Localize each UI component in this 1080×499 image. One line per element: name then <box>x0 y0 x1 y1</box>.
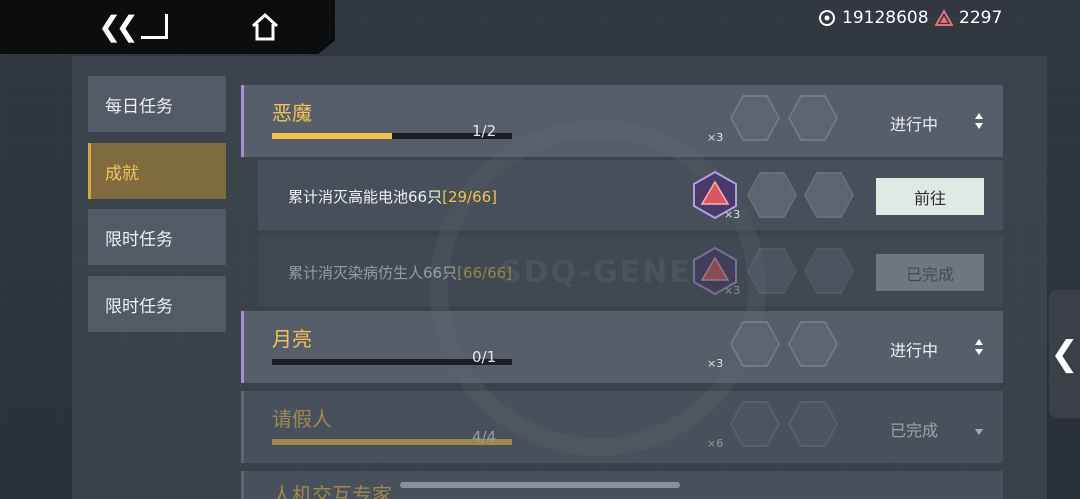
reward-multiplier: ×3 <box>707 131 724 144</box>
subtask-text: 累计消灭染病仿生人66只 <box>288 264 458 282</box>
tab-label: 成就 <box>105 163 139 184</box>
subtask-row: 累计消灭高能电池66只[29/66] ×3 前往 <box>258 160 1003 230</box>
group-status: 进行中 <box>890 115 939 134</box>
subtask-description: 累计消灭染病仿生人66只[66/66] <box>288 262 512 283</box>
back-button[interactable]: ❮❮ <box>98 9 168 43</box>
double-chevron-left-icon: ❮❮ <box>98 9 139 43</box>
tab-limited-1[interactable]: 限时任务 <box>88 209 226 265</box>
group-title: 恶魔 <box>272 101 312 125</box>
tab-daily[interactable]: 每日任务 <box>88 76 226 132</box>
side-panel-handle[interactable]: ❮ <box>1049 290 1080 418</box>
reward-slot <box>747 172 797 218</box>
sort-arrows-icon[interactable] <box>974 111 984 131</box>
reward-multiplier: ×6 <box>707 437 724 450</box>
tab-limited-2[interactable]: 限时任务 <box>88 276 226 332</box>
reward-multiplier: ×3 <box>724 284 741 297</box>
currency-coins: 19128608 <box>818 8 929 28</box>
triangle-gem-icon <box>935 9 953 26</box>
sort-arrows-icon[interactable] <box>974 337 984 357</box>
reward-multiplier: ×3 <box>707 357 724 370</box>
reward-slot <box>730 95 780 141</box>
sort-arrows-icon[interactable] <box>974 417 984 437</box>
coin-value: 19128608 <box>842 8 929 28</box>
home-button[interactable] <box>250 12 280 42</box>
reward-slot <box>804 248 854 294</box>
group-progress-count: 4/4 <box>472 428 497 446</box>
reward-slot <box>730 401 780 447</box>
subtask-progress: [29/66] <box>442 188 498 206</box>
group-progress-count: 1/2 <box>472 122 497 140</box>
reward-slot <box>788 321 838 367</box>
currency-gems: 2297 <box>935 8 1002 28</box>
group-status: 进行中 <box>890 341 939 360</box>
go-button[interactable]: 前往 <box>876 178 984 215</box>
reward-slot <box>788 95 838 141</box>
coin-icon <box>819 10 835 26</box>
chevron-left-icon: ❮ <box>1050 334 1079 374</box>
horizontal-scrollbar[interactable] <box>400 482 680 488</box>
gem-value: 2297 <box>959 8 1003 28</box>
tab-label: 每日任务 <box>105 96 173 117</box>
reward-slot <box>804 172 854 218</box>
achievement-group-moon[interactable]: 月亮 0/1 ×3 进行中 <box>241 311 1003 383</box>
subtask-text: 累计消灭高能电池66只 <box>288 188 443 206</box>
back-bar-decoration <box>140 13 168 39</box>
group-title: 人机交互专家 <box>272 483 392 499</box>
achievement-group-fake-person[interactable]: 请假人 4/4 ×6 已完成 <box>241 391 1003 463</box>
group-title: 月亮 <box>272 327 312 351</box>
tab-label: 限时任务 <box>105 229 173 250</box>
tab-achievements[interactable]: 成就 <box>88 143 226 199</box>
reward-multiplier: ×3 <box>724 208 741 221</box>
reward-slot <box>730 321 780 367</box>
subtask-progress: [66/66] <box>457 264 513 282</box>
home-icon <box>251 12 279 41</box>
tab-label: 限时任务 <box>105 296 173 317</box>
achievement-group-demon[interactable]: 恶魔 1/2 ×3 进行中 <box>241 85 1003 157</box>
reward-slot <box>788 401 838 447</box>
subtask-description: 累计消灭高能电池66只[29/66] <box>288 186 497 207</box>
reward-slot <box>747 248 797 294</box>
group-title: 请假人 <box>272 407 332 431</box>
group-status: 已完成 <box>890 421 939 440</box>
group-progress-count: 0/1 <box>472 348 497 366</box>
completed-button: 已完成 <box>876 254 984 291</box>
subtask-row: 累计消灭染病仿生人66只[66/66] ×3 已完成 <box>258 236 1003 306</box>
